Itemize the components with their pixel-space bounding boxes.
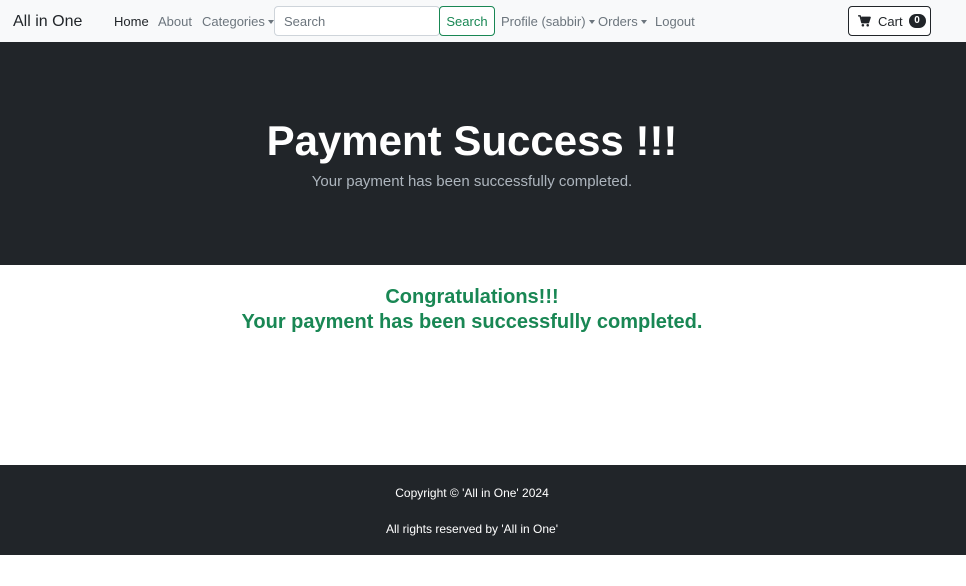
cart-button[interactable]: Cart 0 [848,6,931,36]
footer: Copyright © 'All in One' 2024 All rights… [0,465,966,555]
congrats-heading: Congratulations!!! [385,286,559,308]
nav-orders-label: Orders [598,14,638,29]
brand-link[interactable]: All in One [13,12,82,32]
search-button[interactable]: Search [439,6,495,36]
footer-rights: All rights reserved by 'All in One' [386,522,558,536]
congrats-detail: Your payment has been successfully compl… [241,311,703,333]
nav-categories-label: Categories [202,14,265,29]
search-input[interactable] [274,6,440,36]
nav-categories-dropdown[interactable]: Categories [202,14,274,30]
nav-home[interactable]: Home [114,14,149,30]
nav-profile-dropdown[interactable]: Profile (sabbir) [501,14,595,30]
chevron-down-icon [267,20,274,24]
navbar: All in One Home About Categories Search … [0,0,966,42]
chevron-down-icon [640,20,647,24]
nav-profile-label: Profile (sabbir) [501,14,586,29]
footer-copyright: Copyright © 'All in One' 2024 [395,486,549,500]
page-title: Payment Success !!! [266,117,678,164]
chevron-down-icon [588,20,595,24]
nav-logout[interactable]: Logout [655,14,695,30]
nav-about[interactable]: About [158,14,192,30]
success-message: Congratulations!!! Your payment has been… [0,285,944,335]
hero-banner: Payment Success !!! Your payment has bee… [0,42,966,265]
cart-icon [858,15,871,27]
cart-count-badge: 0 [908,14,926,28]
hero-subtitle: Your payment has been successfully compl… [311,173,633,190]
cart-label: Cart [878,13,903,29]
nav-orders-dropdown[interactable]: Orders [598,14,647,30]
